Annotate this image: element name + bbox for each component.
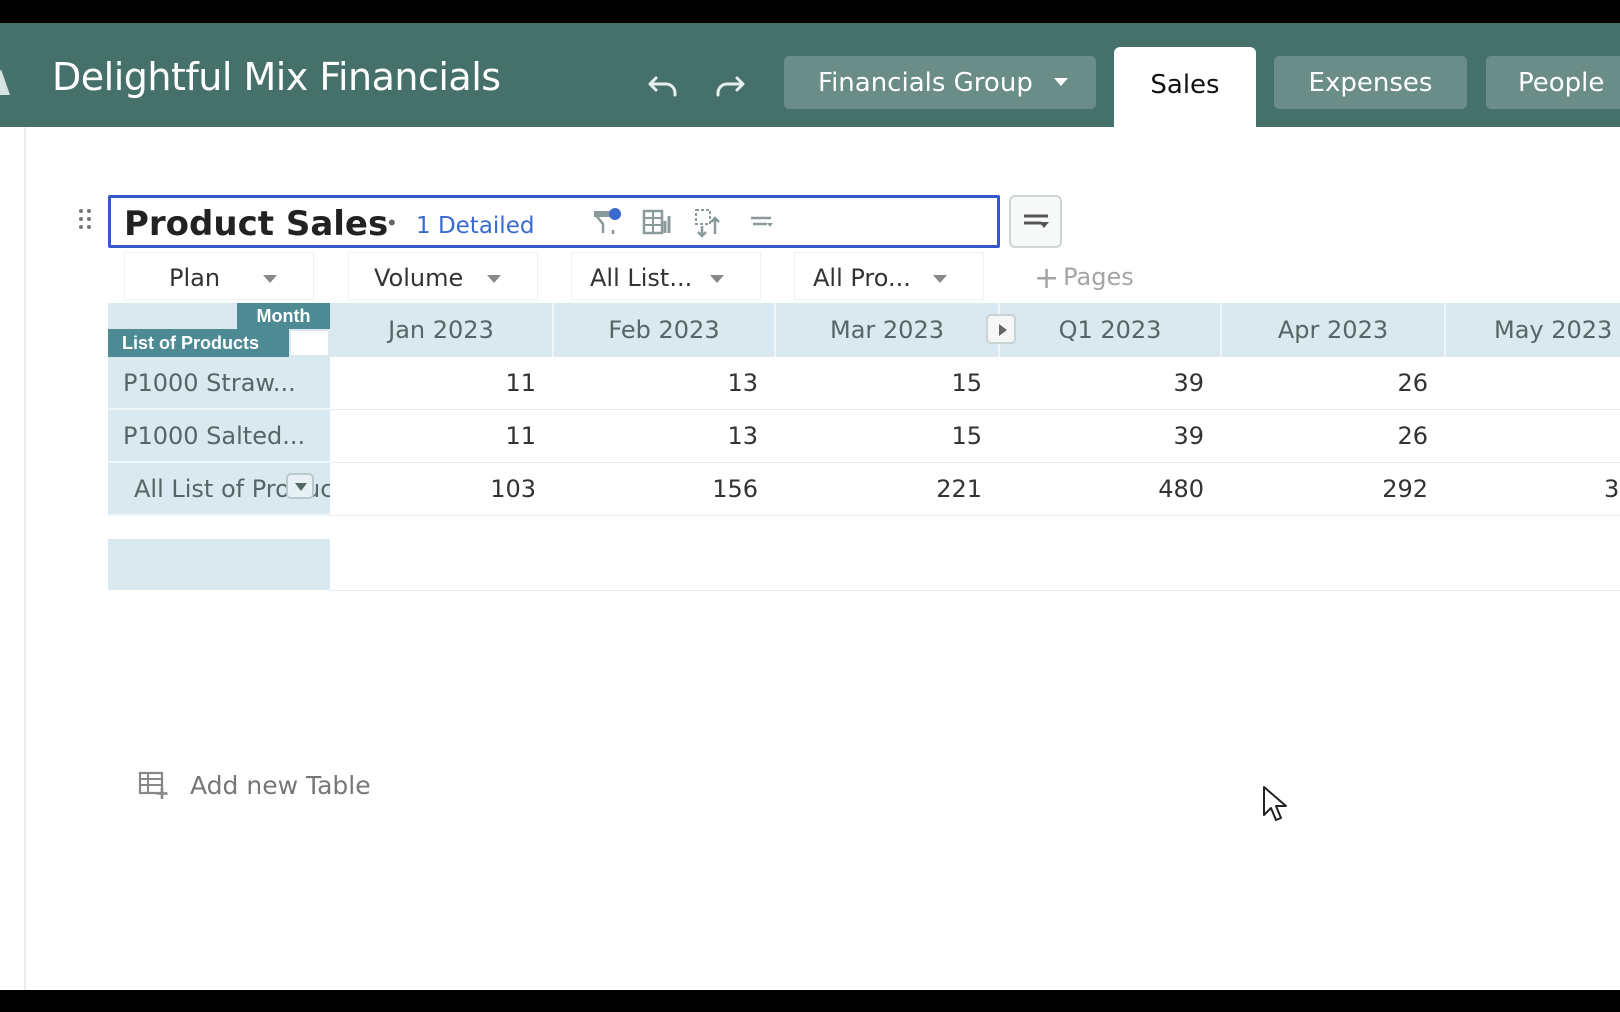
- filter-volume[interactable]: Volume: [348, 252, 538, 300]
- table-cell[interactable]: 15: [776, 357, 1000, 410]
- table-cell[interactable]: 13: [554, 357, 776, 410]
- table-cell-total[interactable]: 103: [330, 463, 554, 516]
- sliders-icon: [1023, 214, 1049, 228]
- tab-people[interactable]: People: [1486, 56, 1620, 109]
- plus-icon: +: [1034, 261, 1060, 296]
- table-cell-total[interactable]: 3: [1446, 463, 1620, 516]
- table-cell[interactable]: 11: [330, 357, 554, 410]
- table-title-bar[interactable]: Product Sales • 1 Detailed: [108, 195, 1000, 248]
- collapse-rows-button[interactable]: [286, 473, 314, 499]
- table-cell-total[interactable]: 156: [554, 463, 776, 516]
- table-cell[interactable]: [1446, 410, 1620, 463]
- row-header[interactable]: P1000 Salted...: [108, 410, 330, 463]
- top-header: Delightful Mix Financials Financials Gro…: [0, 23, 1620, 129]
- row-dimension-spacer: [289, 329, 330, 357]
- table-cell-total[interactable]: 221: [776, 463, 1000, 516]
- title-separator: •: [388, 210, 396, 235]
- table-cell[interactable]: 11: [330, 410, 554, 463]
- filter-all-products[interactable]: All Pro...: [794, 252, 984, 300]
- filter-pin-icon[interactable]: [591, 206, 623, 238]
- tab-expenses[interactable]: Expenses: [1274, 56, 1467, 109]
- app-window: Delightful Mix Financials Financials Gro…: [0, 23, 1620, 990]
- redo-icon: [716, 76, 745, 97]
- filter-all-list[interactable]: All List...: [571, 252, 761, 300]
- drag-handle-icon[interactable]: [77, 207, 97, 237]
- filter-plan[interactable]: Plan: [124, 252, 314, 300]
- chevron-down-icon: [710, 275, 724, 283]
- table-cell[interactable]: [1446, 357, 1620, 410]
- chevron-down-icon: [933, 275, 947, 283]
- undo-button[interactable]: [643, 65, 683, 105]
- group-label: Financials Group: [818, 67, 1033, 98]
- column-header[interactable]: Feb 2023: [554, 303, 776, 357]
- mouse-cursor-icon: [1263, 786, 1287, 821]
- grid-bottom-line: [330, 590, 1620, 591]
- table-cell[interactable]: 26: [1222, 410, 1446, 463]
- tab-sales[interactable]: Sales: [1114, 47, 1256, 129]
- table-add-icon: [138, 771, 168, 799]
- table-settings-button[interactable]: [1009, 195, 1062, 248]
- row-header[interactable]: P1000 Straw...: [108, 357, 330, 410]
- column-header[interactable]: May 2023: [1446, 303, 1620, 357]
- sort-filter-icon[interactable]: [745, 206, 777, 238]
- table-cell[interactable]: 26: [1222, 357, 1446, 410]
- column-header[interactable]: Q1 2023: [1000, 303, 1222, 357]
- table-cell-total[interactable]: 292: [1222, 463, 1446, 516]
- app-title: Delightful Mix Financials: [52, 55, 501, 99]
- column-header[interactable]: Jan 2023: [330, 303, 554, 357]
- left-divider: [24, 127, 26, 990]
- viewport: Delightful Mix Financials Financials Gro…: [0, 0, 1620, 1012]
- chevron-down-icon: [263, 275, 277, 283]
- table-cell[interactable]: 39: [1000, 410, 1222, 463]
- financials-group-dropdown[interactable]: Financials Group: [784, 56, 1096, 109]
- column-header[interactable]: Mar 2023: [776, 303, 1000, 357]
- redo-button[interactable]: [710, 65, 750, 105]
- table-cell[interactable]: 15: [776, 410, 1000, 463]
- undo-icon: [648, 76, 677, 97]
- swap-axis-icon[interactable]: [693, 206, 725, 238]
- table-cell-total[interactable]: 480: [1000, 463, 1222, 516]
- column-header[interactable]: Apr 2023: [1222, 303, 1446, 357]
- empty-row-header[interactable]: [108, 539, 330, 590]
- add-new-table-button[interactable]: Add new Table: [138, 765, 371, 805]
- app-logo-icon: [0, 69, 10, 95]
- chevron-down-icon: [487, 275, 501, 283]
- add-pages-button[interactable]: + Pages: [1034, 258, 1134, 296]
- detail-link[interactable]: 1 Detailed: [416, 213, 534, 239]
- table-cell[interactable]: 13: [554, 410, 776, 463]
- row-dimension-badge[interactable]: List of Products: [108, 329, 289, 357]
- column-dimension-badge[interactable]: Month: [237, 303, 330, 329]
- table-cell[interactable]: 39: [1000, 357, 1222, 410]
- chart-table-icon[interactable]: [641, 206, 673, 238]
- table-title[interactable]: Product Sales: [124, 204, 388, 244]
- expand-quarter-button[interactable]: [986, 314, 1016, 344]
- chevron-down-icon: [1054, 78, 1068, 86]
